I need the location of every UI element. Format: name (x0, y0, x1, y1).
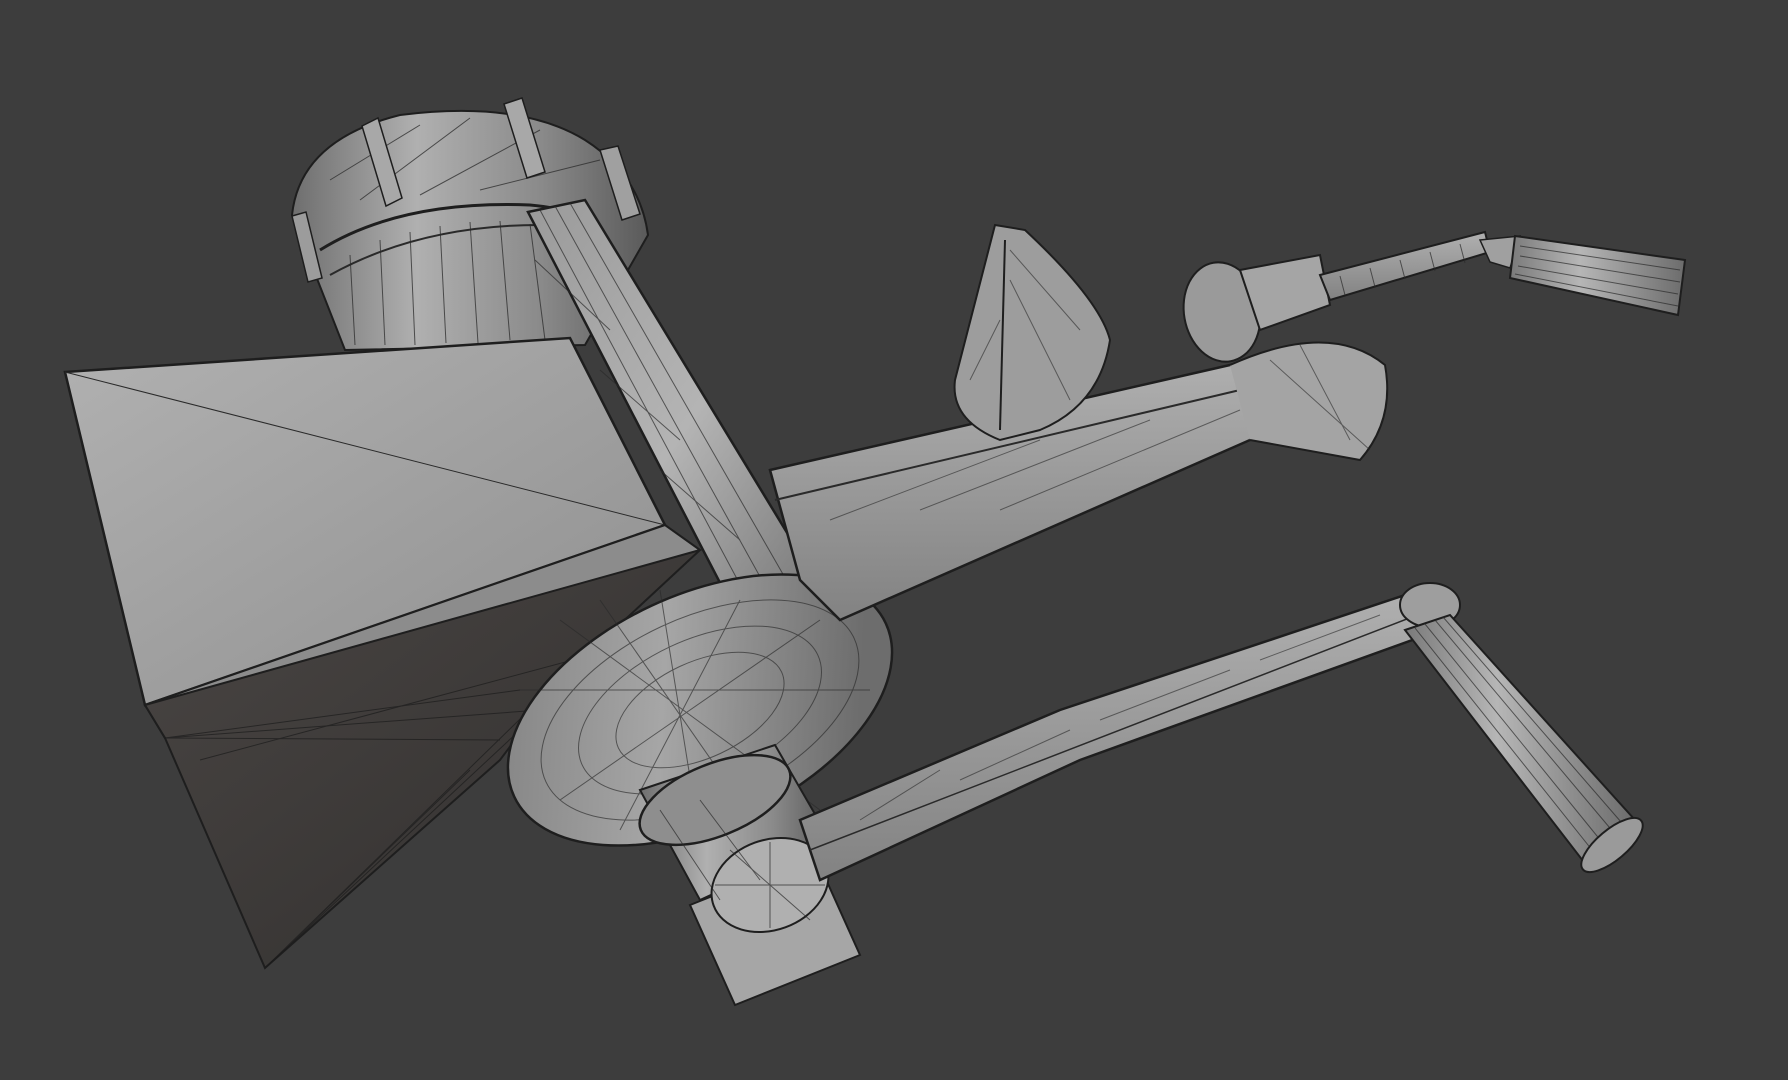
lower-crank-arm[interactable] (798, 582, 1461, 882)
top-crank[interactable] (1176, 230, 1687, 368)
viewport-canvas[interactable] (0, 0, 1788, 1080)
lower-crank-handle[interactable] (1403, 613, 1651, 881)
3d-viewport[interactable] (0, 0, 1788, 1080)
